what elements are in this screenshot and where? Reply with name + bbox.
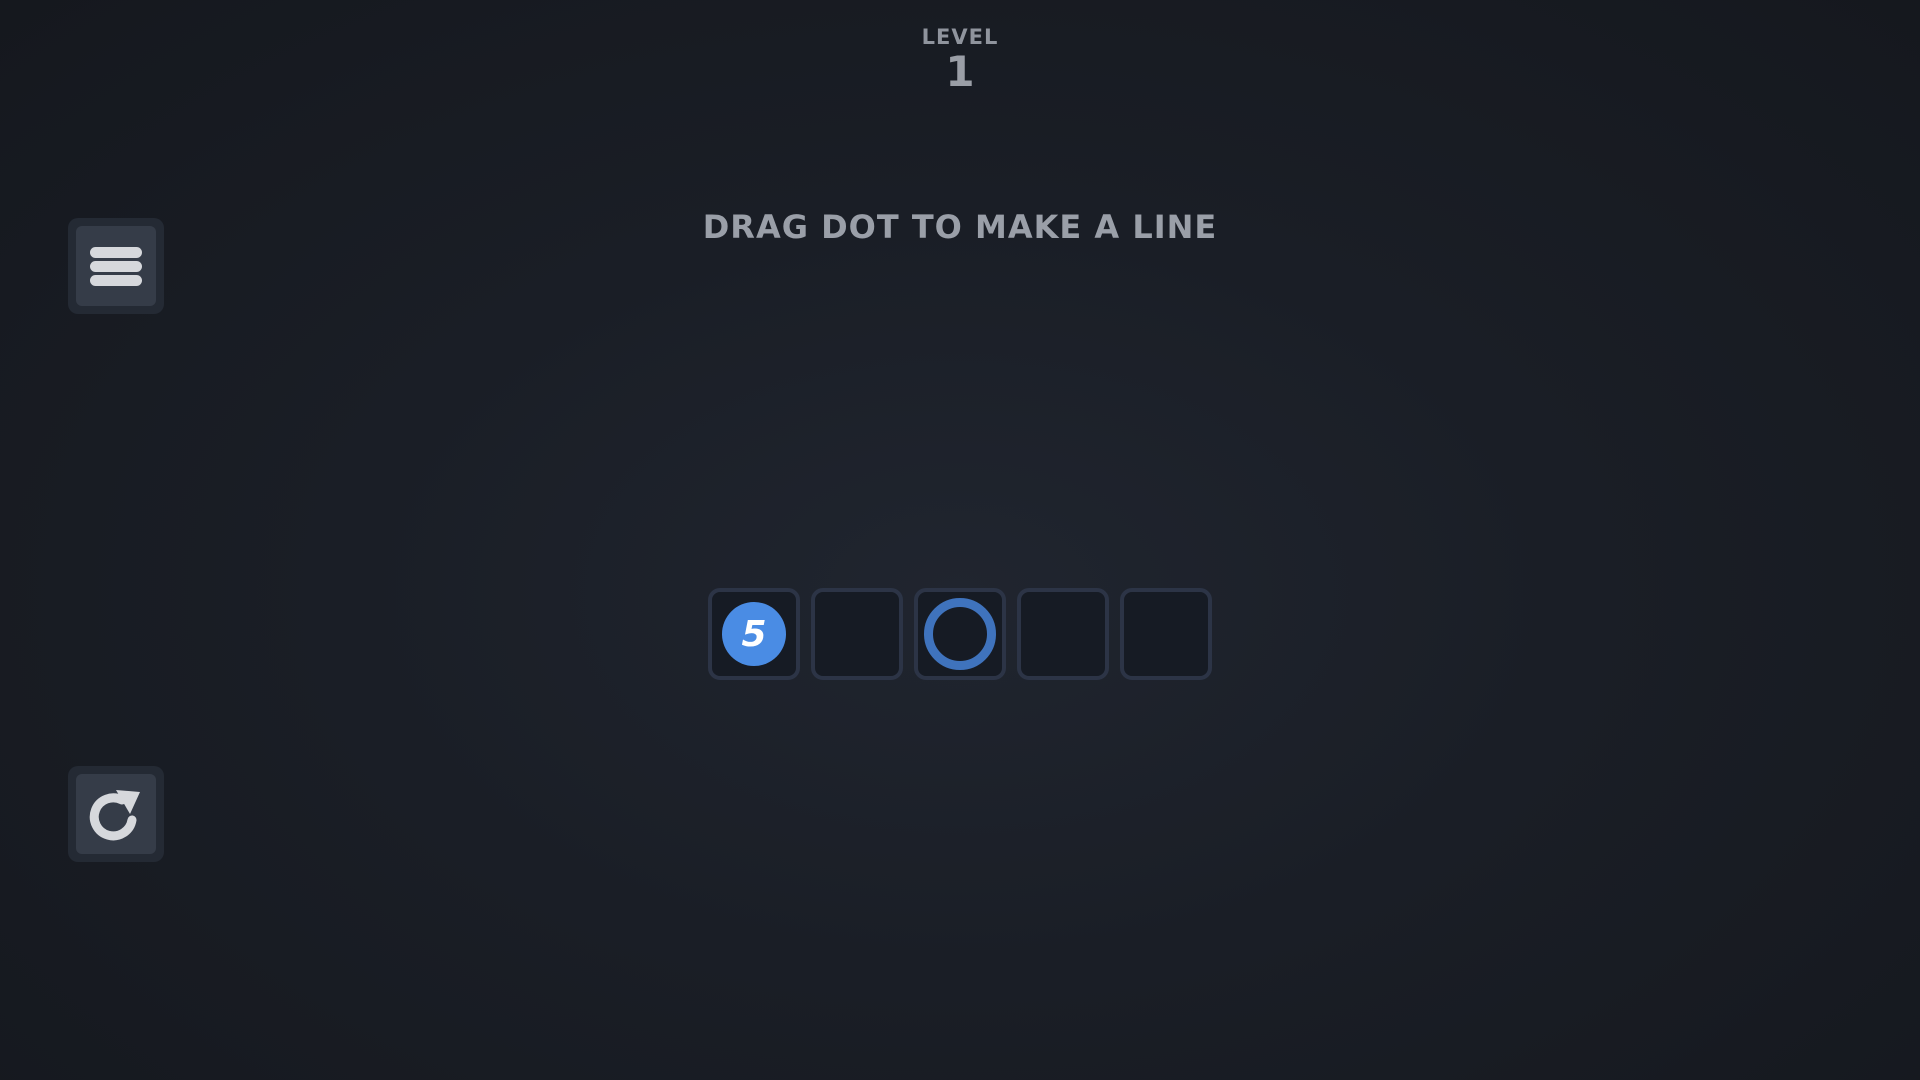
hamburger-menu-icon [76, 226, 156, 306]
board-cell-2[interactable] [811, 588, 903, 680]
menu-bar [90, 261, 142, 272]
dot-number: 5 [741, 613, 767, 655]
restart-arrow-icon [89, 790, 140, 841]
menu-button[interactable] [68, 218, 164, 314]
board-cell-4[interactable] [1017, 588, 1109, 680]
menu-bar [90, 275, 142, 286]
board-cell-3[interactable] [914, 588, 1006, 680]
level-indicator: LEVEL 1 [860, 24, 1060, 94]
board-cell-5[interactable] [1120, 588, 1212, 680]
restart-icon [76, 774, 156, 854]
level-number: 1 [945, 47, 975, 96]
board-cell-1[interactable]: 5 [708, 588, 800, 680]
menu-bar [90, 247, 142, 258]
instruction-text: DRAG DOT TO MAKE A LINE [702, 208, 1218, 246]
target-ring-icon [924, 598, 996, 670]
puzzle-board: 5 [708, 588, 1212, 680]
number-dot[interactable]: 5 [722, 602, 786, 666]
restart-button[interactable] [68, 766, 164, 862]
